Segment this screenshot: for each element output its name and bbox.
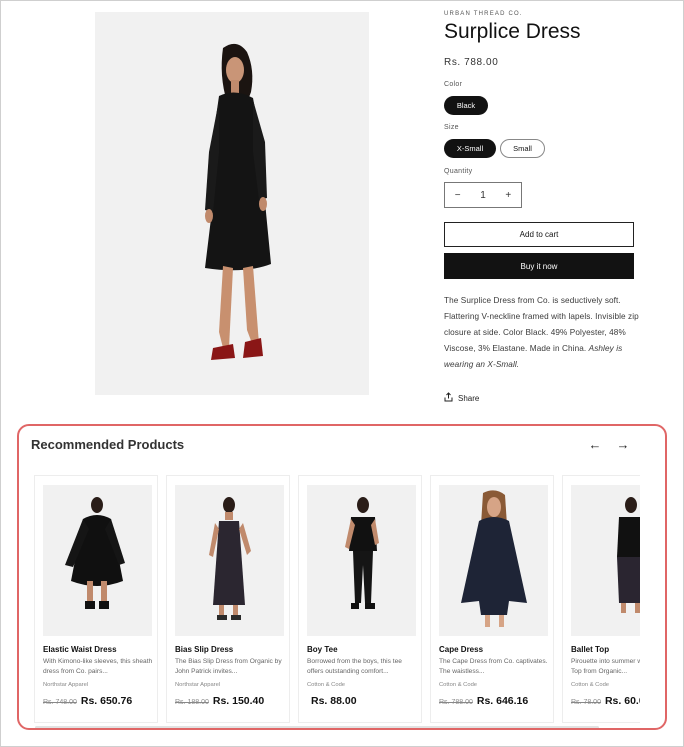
size-label: Size [444, 124, 459, 131]
recommended-title: Recommended Products [31, 437, 185, 452]
product-card-name[interactable]: Cape Dress [439, 645, 483, 654]
product-main-image[interactable] [95, 12, 369, 395]
product-card-image [43, 485, 152, 636]
product-carousel: Elastic Waist Dress With Kimono-like sle… [34, 475, 640, 723]
product-card-old-price: Rs. 788.00 [439, 699, 473, 706]
recommended-products-section: Recommended Products ← → Elastic Waist D [17, 424, 667, 730]
product-card-price: Rs. 788.00 Rs. 646.16 [439, 695, 528, 707]
quantity-label: Quantity [444, 168, 473, 175]
quantity-stepper: − 1 + [444, 182, 522, 208]
product-card-old-price: Rs. 78.00 [571, 699, 601, 706]
buy-now-button[interactable]: Buy it now [444, 253, 634, 279]
add-to-cart-button[interactable]: Add to cart [444, 222, 634, 247]
quantity-input[interactable]: 1 [470, 190, 495, 201]
product-card[interactable]: Cape Dress The Cape Dress from Co. capti… [430, 475, 554, 723]
carousel-prev-button[interactable]: ← [587, 436, 603, 452]
arrow-left-icon: ← [588, 436, 602, 452]
quantity-decrease-button[interactable]: − [445, 190, 470, 201]
share-button[interactable]: Share [444, 392, 479, 404]
product-card-sale-price: Rs. 60.06 [604, 695, 640, 707]
product-card-image [571, 485, 640, 636]
product-card-sale-price: Rs. 646.16 [476, 695, 529, 707]
product-card-description: The Bias Slip Dress from Organic by John… [175, 658, 282, 675]
product-card-sale-price: Rs. 88.00 [311, 695, 357, 707]
product-card-image [439, 485, 548, 636]
product-card-description: Pirouette into summer with the Ballet To… [571, 658, 640, 675]
product-title: Surplice Dress [444, 20, 581, 43]
product-card-description: Borrowed from the boys, this tee offers … [307, 658, 402, 675]
color-option-black[interactable]: Black [444, 96, 488, 115]
product-card-old-price: Rs. 188.00 [175, 699, 209, 706]
share-label: Share [458, 393, 480, 403]
product-description: The Surplice Dress from Co. is seductive… [444, 293, 640, 373]
size-option-small[interactable]: Small [500, 139, 545, 158]
product-card[interactable]: Elastic Waist Dress With Kimono-like sle… [34, 475, 158, 723]
product-card-brand: Northstar Apparel [43, 682, 89, 688]
product-card-old-price: Rs. 748.00 [43, 699, 77, 706]
color-label: Color [444, 81, 463, 88]
product-card-brand: Northstar Apparel [175, 682, 221, 688]
product-vendor: URBAN THREAD CO. [444, 11, 523, 17]
product-card-price: Rs. 188.00 Rs. 150.40 [175, 695, 264, 707]
product-card[interactable]: Boy Tee Borrowed from the boys, this tee… [298, 475, 422, 723]
share-icon [444, 392, 453, 404]
product-card-image [175, 485, 284, 636]
product-card-name[interactable]: Boy Tee [307, 645, 338, 654]
product-card-description: The Cape Dress from Co. captivates. The … [439, 658, 548, 675]
product-card-brand: Cotton & Code [571, 682, 610, 688]
quantity-increase-button[interactable]: + [496, 190, 521, 201]
carousel-next-button[interactable]: → [615, 436, 631, 452]
product-card-name[interactable]: Bias Slip Dress [175, 645, 233, 654]
size-option-x-small[interactable]: X-Small [444, 139, 496, 158]
product-card-name[interactable]: Ballet Top [571, 645, 609, 654]
arrow-right-icon: → [616, 436, 630, 452]
product-card-brand: Cotton & Code [307, 682, 346, 688]
product-card-brand: Cotton & Code [439, 682, 478, 688]
product-price: Rs. 788.00 [444, 57, 499, 68]
product-card-image [307, 485, 416, 636]
carousel-scrollbar[interactable] [35, 726, 599, 728]
product-card-sale-price: Rs. 650.76 [80, 695, 133, 707]
product-card[interactable]: Bias Slip Dress The Bias Slip Dress from… [166, 475, 290, 723]
product-card-sale-price: Rs. 150.40 [212, 695, 265, 707]
product-card-name[interactable]: Elastic Waist Dress [43, 645, 117, 654]
product-card-price: Rs. 88.00 [307, 695, 357, 707]
product-card-price: Rs. 78.00 Rs. 60.06 [571, 695, 640, 707]
product-card-price: Rs. 748.00 Rs. 650.76 [43, 695, 132, 707]
product-card[interactable]: Ballet Top Pirouette into summer with th… [562, 475, 640, 723]
product-card-description: With Kimono-like sleeves, this sheath dr… [43, 658, 153, 675]
